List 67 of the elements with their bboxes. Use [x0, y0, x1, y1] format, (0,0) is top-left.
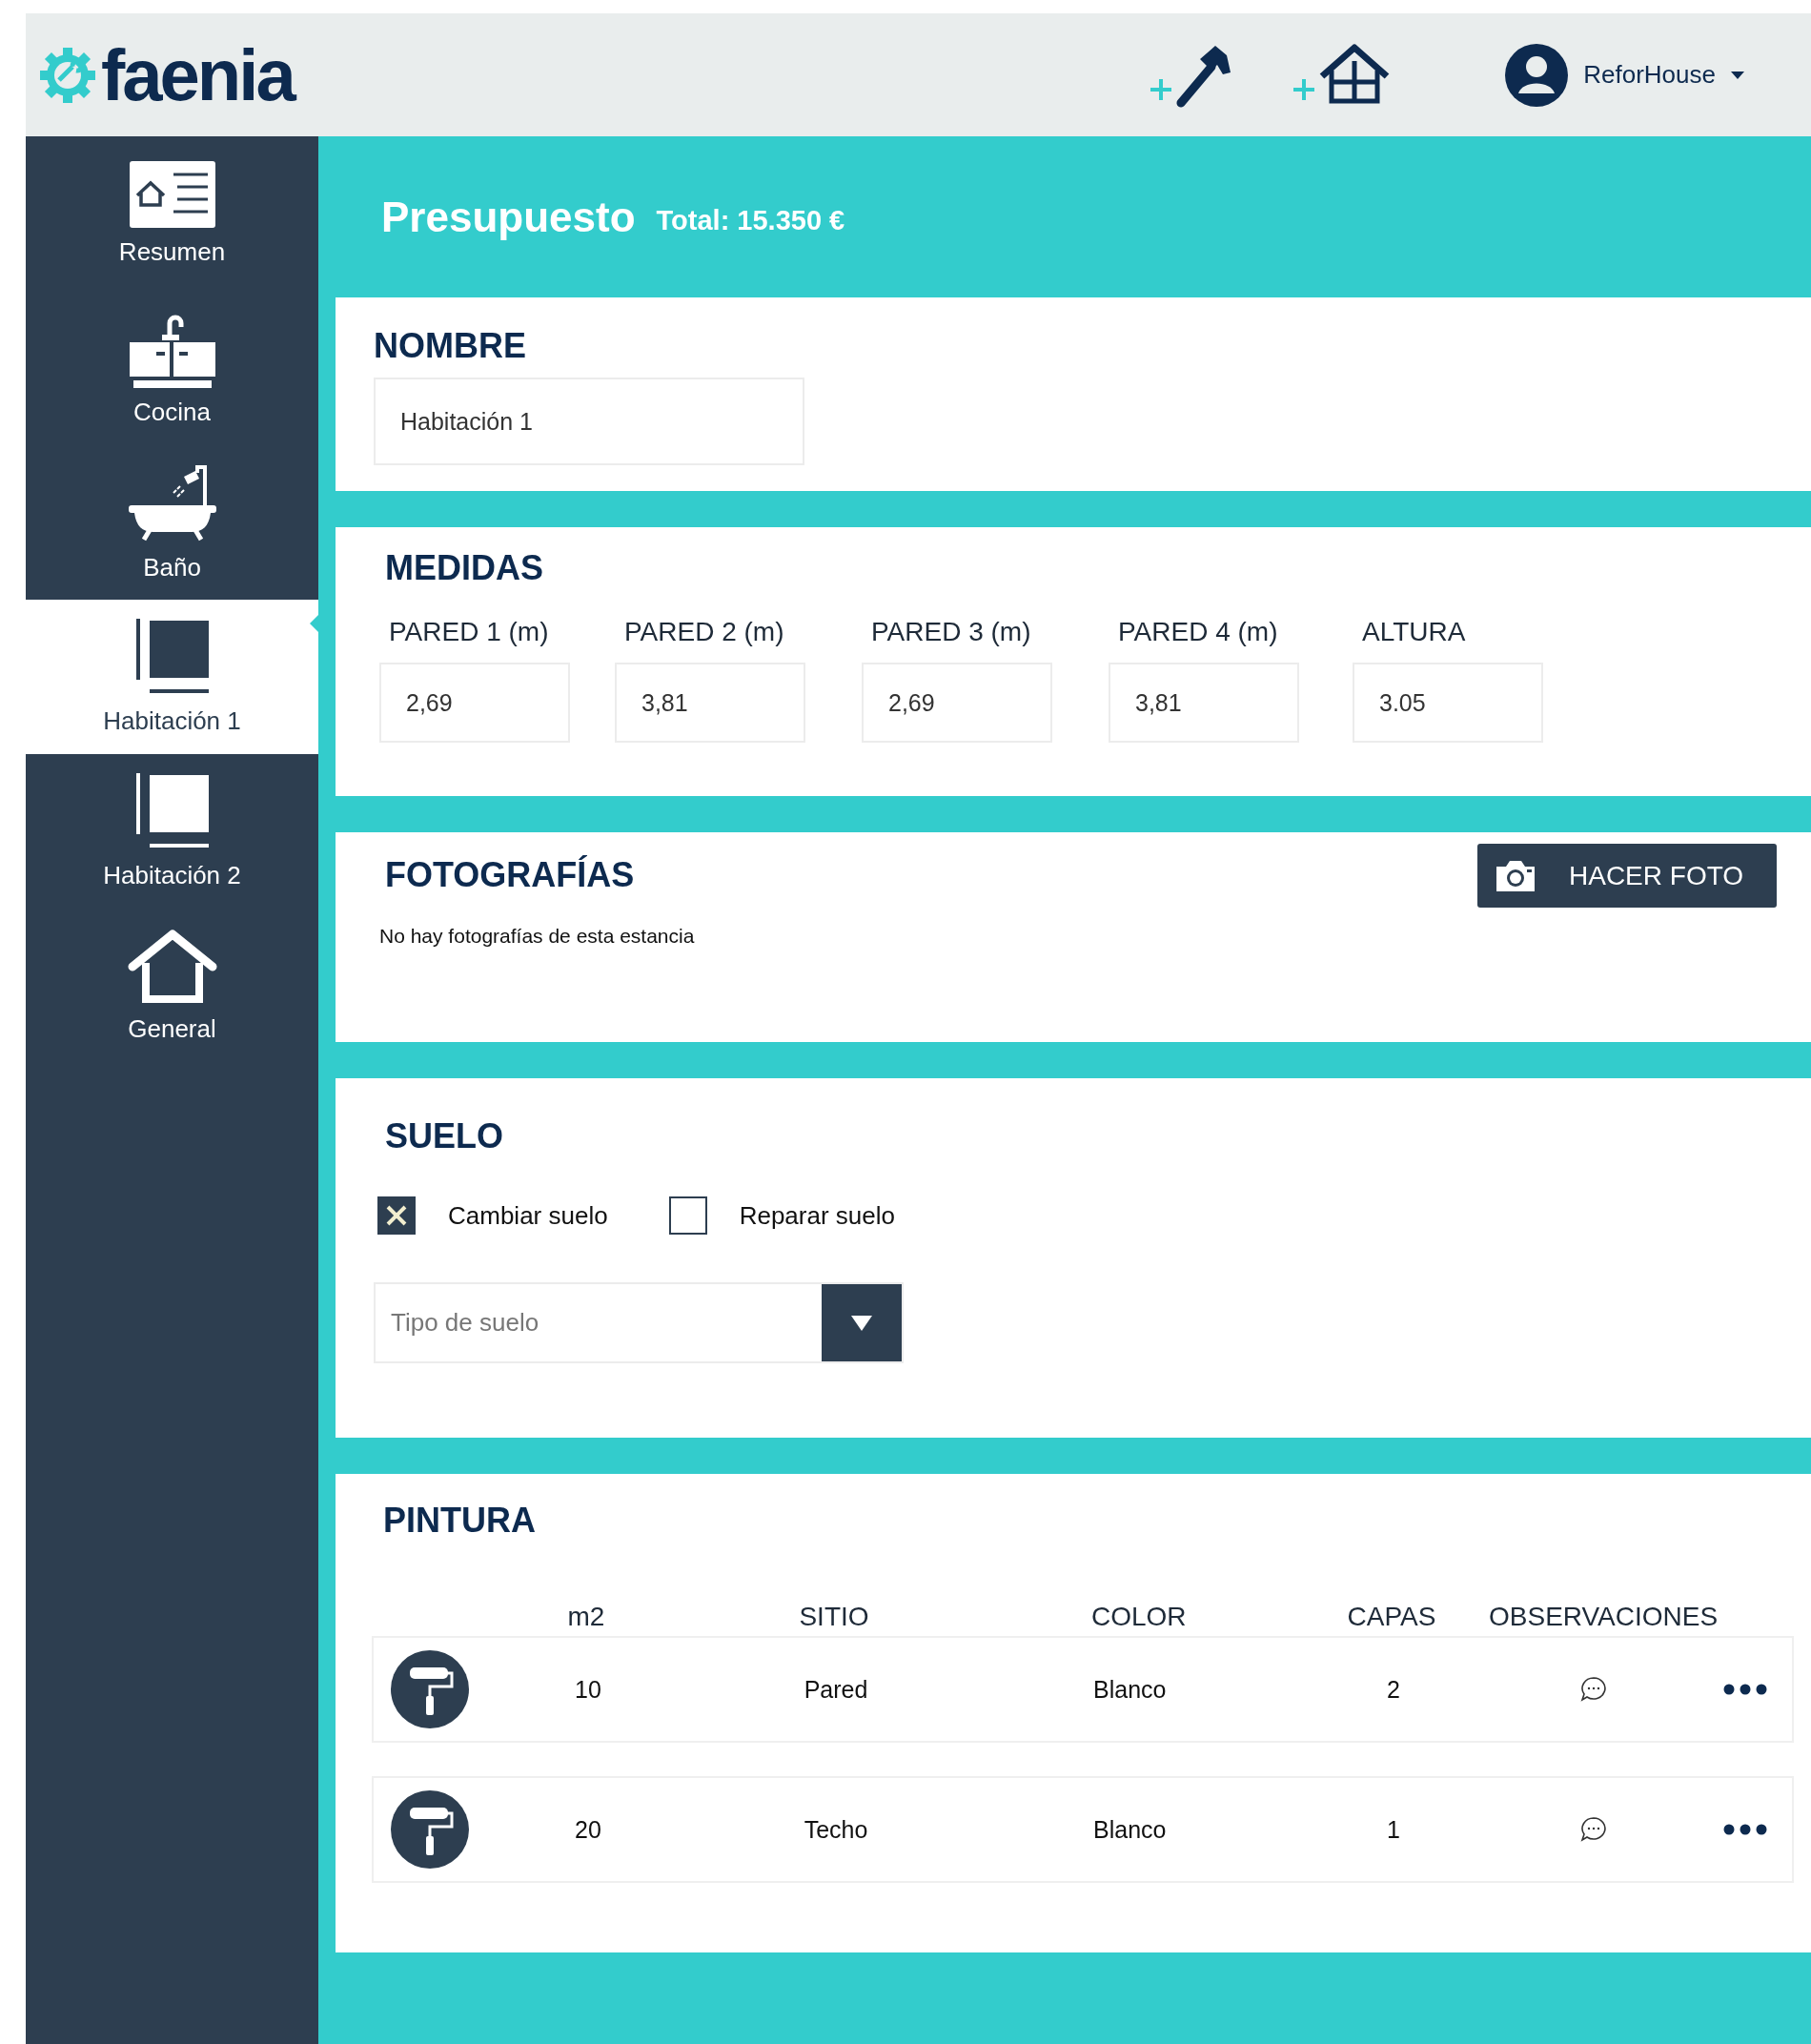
sidebar-label: Habitación 2	[103, 860, 241, 890]
field-label: PARED 3 (m)	[870, 617, 1032, 647]
section-heading: MEDIDAS	[385, 548, 544, 588]
sidebar-item[interactable]: Baño	[26, 445, 318, 600]
user-menu[interactable]: ReforHouse	[1583, 60, 1716, 90]
field-label: PARED 4 (m)	[1117, 617, 1279, 647]
measurement-field[interactable]: 3,81	[1109, 663, 1299, 743]
field-label: PARED 1 (m)	[388, 617, 550, 647]
sidebar-item[interactable]: Habitación 1	[26, 600, 318, 754]
measurement-field[interactable]: 2,69	[379, 663, 570, 743]
gear-icon	[38, 45, 97, 105]
checkbox-label: Cambiar suelo	[448, 1200, 608, 1231]
column-header: m2	[566, 1602, 606, 1632]
column-header: OBSERVACIONES	[1488, 1602, 1719, 1632]
sidebar-item[interactable]: Resumen	[26, 136, 318, 291]
sidebar-label: General	[128, 1013, 216, 1044]
sidebar-item[interactable]: Habitación 2	[26, 754, 318, 909]
sidebar-item[interactable]: General	[26, 909, 318, 1063]
take-photo-button[interactable]: HACER FOTO	[1477, 844, 1777, 908]
user-avatar-icon[interactable]	[1505, 43, 1569, 107]
sidebar-label: Habitación 1	[103, 705, 241, 736]
table-cell-text: 1	[1386, 1815, 1401, 1844]
section-heading: PINTURA	[382, 1501, 537, 1541]
sidebar-label: Baño	[143, 552, 201, 583]
column-header: CAPAS	[1346, 1602, 1437, 1632]
section-heading: NOMBRE	[374, 326, 527, 366]
checkbox-label: Reparar suelo	[739, 1200, 895, 1231]
table-cell-text: 10	[574, 1675, 602, 1704]
more-options-icon[interactable]	[1723, 1824, 1767, 1835]
measurement-field[interactable]: 2,69	[862, 663, 1052, 743]
page-title: Presupuesto	[381, 193, 636, 241]
section-heading: FOTOGRAFÍAS	[385, 855, 635, 895]
field-label: PARED 2 (m)	[623, 617, 785, 647]
more-options-icon[interactable]	[1723, 1684, 1767, 1695]
sidebar-item[interactable]: Cocina	[26, 291, 318, 445]
summary-card-icon	[129, 160, 215, 228]
table-cell-text: Blanco	[1092, 1675, 1168, 1704]
checkbox[interactable]	[377, 1196, 416, 1235]
table-cell-text: Blanco	[1092, 1815, 1168, 1844]
logo-text: faenia	[101, 38, 294, 112]
table-cell-text: Pared	[803, 1675, 869, 1704]
comment-icon[interactable]	[1580, 1816, 1607, 1843]
field-label: ALTURA	[1361, 617, 1467, 647]
table-cell-text: 2	[1386, 1675, 1401, 1704]
caret-icon[interactable]	[1731, 70, 1744, 80]
measurement-field[interactable]: 3,81	[615, 663, 805, 743]
camera-icon	[1495, 858, 1536, 893]
checkbox[interactable]	[668, 1196, 707, 1235]
comment-icon[interactable]	[1580, 1676, 1607, 1703]
section-heading: SUELO	[385, 1116, 504, 1156]
sidebar-label: Resumen	[118, 236, 226, 267]
column-header: SITIO	[798, 1602, 870, 1632]
paint-roller-icon	[391, 1790, 469, 1869]
sidebar-label: Cocina	[133, 397, 211, 427]
measurement-field[interactable]: 3.05	[1353, 663, 1543, 743]
empty-message: No hay fotografías de esta estancia	[379, 925, 696, 948]
table-cell-text: Techo	[803, 1815, 869, 1844]
house-icon	[126, 928, 218, 1005]
floor-type-dropdown[interactable]: Tipo de suelo	[374, 1282, 904, 1363]
table-cell-text: 20	[574, 1815, 602, 1844]
bathtub-icon	[128, 462, 216, 543]
total-amount: Total: 15.350 €	[656, 205, 845, 236]
column-header: COLOR	[1090, 1602, 1188, 1632]
name-field[interactable]: Habitación 1	[374, 378, 804, 465]
cross-mark-icon	[385, 1204, 408, 1227]
paint-roller-icon	[391, 1650, 469, 1728]
dropdown-arrow-icon[interactable]	[851, 1315, 872, 1331]
